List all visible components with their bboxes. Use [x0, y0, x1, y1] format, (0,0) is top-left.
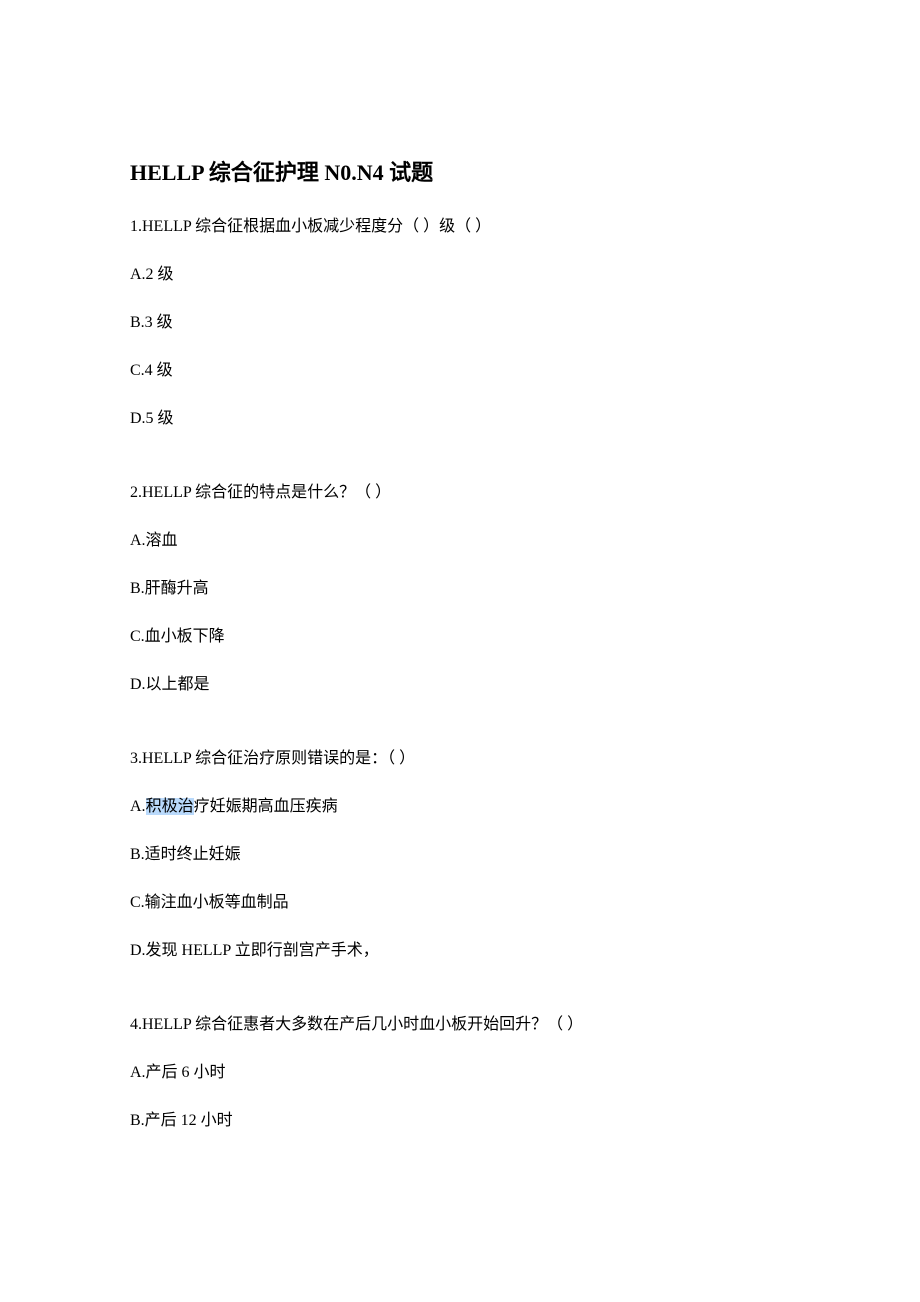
option-d: D.以上都是	[130, 673, 790, 697]
question-3: 3.HELLP 综合征治疗原则错误的是：（ ） A.积极治疗妊娠期高血压疾病 B…	[130, 747, 790, 963]
text-highlight: 积极治	[146, 798, 194, 815]
option-a: A.2 级	[130, 263, 790, 287]
question-2: 2.HELLP 综合征的特点是什么？（ ） A.溶血 B.肝酶升高 C.血小板下…	[130, 481, 790, 697]
option-d: D.发现 HELLP 立即行剖宫产手术，	[130, 939, 790, 963]
option-b: B.肝酶升高	[130, 577, 790, 601]
option-b: B.3 级	[130, 311, 790, 335]
option-a: A.积极治疗妊娠期高血压疾病	[130, 795, 790, 819]
question-4: 4.HELLP 综合征惠者大多数在产后几小时血小板开始回升？（ ） A.产后 6…	[130, 1013, 790, 1133]
question-stem: 1.HELLP 综合征根据血小板减少程度分（ ）级（ ）	[130, 215, 790, 239]
option-b: B.适时终止妊娠	[130, 843, 790, 867]
option-b: B.产后 12 小时	[130, 1109, 790, 1133]
option-c: C.血小板下降	[130, 625, 790, 649]
option-d: D.5 级	[130, 407, 790, 431]
document-title: HELLP 综合征护理 N0.N4 试题	[130, 155, 790, 187]
question-stem: 2.HELLP 综合征的特点是什么？（ ）	[130, 481, 790, 505]
option-c: C.4 级	[130, 359, 790, 383]
question-1: 1.HELLP 综合征根据血小板减少程度分（ ）级（ ） A.2 级 B.3 级…	[130, 215, 790, 431]
question-stem: 3.HELLP 综合征治疗原则错误的是：（ ）	[130, 747, 790, 771]
option-a: A.溶血	[130, 529, 790, 553]
option-a: A.产后 6 小时	[130, 1061, 790, 1085]
option-c: C.输注血小板等血制品	[130, 891, 790, 915]
question-stem: 4.HELLP 综合征惠者大多数在产后几小时血小板开始回升？（ ）	[130, 1013, 790, 1037]
